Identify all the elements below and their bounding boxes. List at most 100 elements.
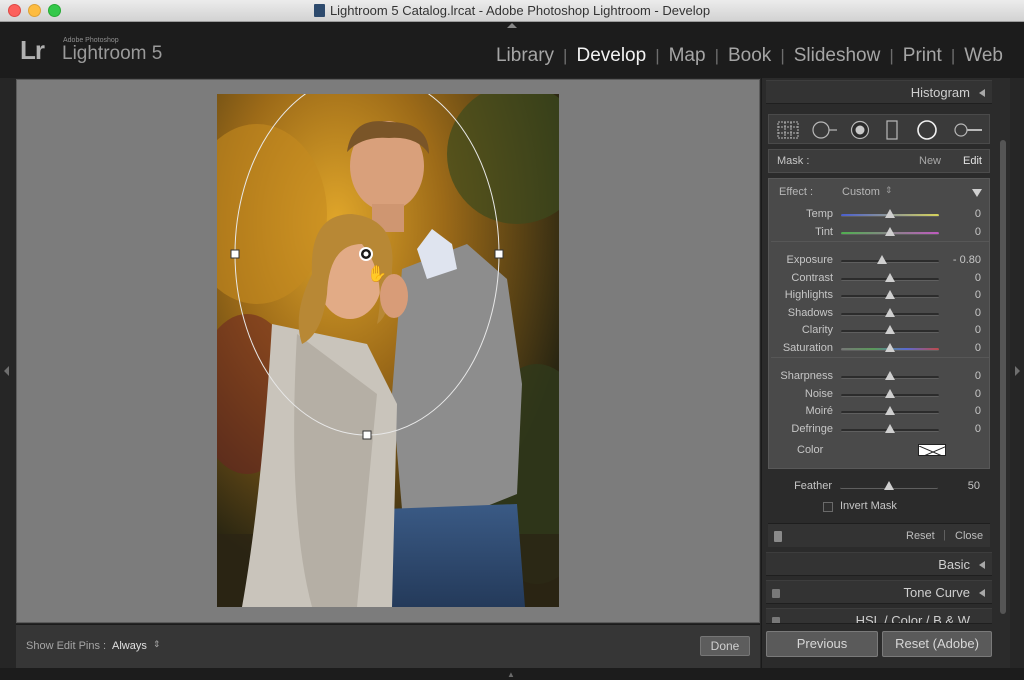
basic-panel-header[interactable]: Basic <box>766 552 992 576</box>
moir-slider[interactable]: Moiré 0 <box>769 405 991 419</box>
module-develop[interactable]: Develop <box>567 45 655 67</box>
sharpness-value[interactable]: 0 <box>975 370 981 382</box>
saturation-value[interactable]: 0 <box>975 342 981 354</box>
contrast-track[interactable] <box>841 272 939 282</box>
highlights-value[interactable]: 0 <box>975 289 981 301</box>
noise-slider[interactable]: Noise 0 <box>769 388 991 402</box>
temp-value[interactable]: 0 <box>975 208 981 220</box>
contrast-thumb[interactable] <box>885 272 895 282</box>
tool-on-off-switch[interactable] <box>774 531 782 542</box>
shadows-track[interactable] <box>841 307 939 317</box>
collapse-triangle-icon[interactable] <box>979 89 985 97</box>
tool-strip <box>768 114 990 144</box>
module-library[interactable]: Library <box>487 45 563 67</box>
feather-track[interactable] <box>840 481 938 490</box>
collapse-top-panel-icon[interactable] <box>507 23 517 28</box>
shadows-value[interactable]: 0 <box>975 307 981 319</box>
module-slideshow[interactable]: Slideshow <box>785 45 890 67</box>
reset-button[interactable]: Reset <box>906 530 935 542</box>
tint-track[interactable] <box>841 226 939 236</box>
tint-value[interactable]: 0 <box>975 226 981 238</box>
sharpness-slider[interactable]: Sharpness 0 <box>769 370 991 384</box>
noise-thumb[interactable] <box>885 388 895 398</box>
feather-value[interactable]: 50 <box>968 480 980 492</box>
temp-track[interactable] <box>841 209 939 218</box>
spot-removal-icon[interactable] <box>811 120 839 140</box>
effect-preset-select[interactable]: Custom <box>842 186 880 198</box>
feather-label: Feather <box>794 480 832 492</box>
shadows-thumb[interactable] <box>885 307 895 317</box>
collapse-triangle-icon[interactable] <box>979 589 985 597</box>
tone-curve-panel-header[interactable]: Tone Curve <box>766 580 992 604</box>
histogram-header[interactable]: Histogram <box>766 80 992 104</box>
module-web[interactable]: Web <box>955 45 1012 67</box>
expand-right-panel-icon[interactable] <box>1015 366 1020 376</box>
tint-slider[interactable]: Tint 0 <box>769 226 991 240</box>
shadows-slider[interactable]: Shadows 0 <box>769 307 991 321</box>
saturation-track[interactable] <box>841 342 939 352</box>
defringe-value[interactable]: 0 <box>975 423 981 435</box>
mask-edit-button[interactable]: Edit <box>963 155 982 167</box>
exposure-track[interactable] <box>841 255 939 264</box>
radial-filter-overlay[interactable] <box>217 94 559 607</box>
radial-filter-icon[interactable] <box>915 120 939 140</box>
sharpness-thumb[interactable] <box>885 371 895 380</box>
tint-thumb[interactable] <box>885 226 895 236</box>
updown-arrows-icon[interactable]: ⇕ <box>153 639 161 650</box>
photo-preview[interactable]: ✋ <box>217 94 559 607</box>
clarity-track[interactable] <box>841 325 939 334</box>
expand-filmstrip-icon[interactable]: ▲ <box>507 670 515 679</box>
defringe-track[interactable] <box>841 423 939 433</box>
clarity-value[interactable]: 0 <box>975 324 981 336</box>
module-book[interactable]: Book <box>719 45 780 67</box>
exposure-slider[interactable]: Exposure - 0.80 <box>769 254 991 268</box>
reset-adobe-button[interactable]: Reset (Adobe) <box>882 631 992 657</box>
right-panel-scrollbar[interactable] <box>1000 140 1006 614</box>
contrast-slider[interactable]: Contrast 0 <box>769 272 991 286</box>
hsl-panel-header[interactable]: HSL / Color / B & W <box>766 608 992 624</box>
close-tool-button[interactable]: Close <box>955 530 983 542</box>
color-swatch[interactable] <box>918 444 946 456</box>
highlights-thumb[interactable] <box>885 290 895 299</box>
highlights-slider[interactable]: Highlights 0 <box>769 289 991 303</box>
feather-thumb[interactable] <box>884 481 894 490</box>
panel-on-off-switch[interactable] <box>772 589 780 598</box>
show-edit-pins-select[interactable]: Always <box>112 640 147 652</box>
red-eye-correction-icon[interactable] <box>849 120 871 140</box>
moir-thumb[interactable] <box>885 406 895 415</box>
updown-arrows-icon[interactable]: ⇕ <box>885 185 893 196</box>
defringe-slider[interactable]: Defringe 0 <box>769 423 991 437</box>
temp-slider[interactable]: Temp 0 <box>769 208 991 222</box>
noise-track[interactable] <box>841 388 939 398</box>
graduated-filter-icon[interactable] <box>884 120 900 140</box>
previous-button[interactable]: Previous <box>766 631 878 657</box>
module-print[interactable]: Print <box>894 45 951 67</box>
mask-new-button[interactable]: New <box>919 155 941 167</box>
clarity-slider[interactable]: Clarity 0 <box>769 324 991 338</box>
noise-value[interactable]: 0 <box>975 388 981 400</box>
highlights-track[interactable] <box>841 290 939 299</box>
saturation-thumb[interactable] <box>885 342 895 352</box>
panel-on-off-switch[interactable] <box>772 617 780 623</box>
module-map[interactable]: Map <box>660 45 715 67</box>
clarity-thumb[interactable] <box>885 325 895 334</box>
right-panel: Histogram Mask: New Edit Effect: Custo… <box>761 78 1010 668</box>
invert-mask-checkbox[interactable] <box>823 502 833 512</box>
adjustment-brush-icon[interactable] <box>952 120 984 140</box>
done-button[interactable]: Done <box>700 636 750 656</box>
exposure-thumb[interactable] <box>877 255 888 264</box>
contrast-value[interactable]: 0 <box>975 272 981 284</box>
crop-overlay-icon[interactable] <box>776 120 800 140</box>
collapse-triangle-icon[interactable] <box>979 561 985 569</box>
effect-disclosure-icon[interactable] <box>972 189 982 197</box>
moir-value[interactable]: 0 <box>975 405 981 417</box>
exposure-value[interactable]: - 0.80 <box>953 254 981 266</box>
saturation-slider[interactable]: Saturation 0 <box>769 342 991 356</box>
expand-left-panel-icon[interactable] <box>4 366 9 376</box>
feather-slider[interactable]: Feather 50 <box>768 480 990 494</box>
defringe-thumb[interactable] <box>885 423 895 433</box>
moir-track[interactable] <box>841 406 939 415</box>
mask-row: Mask : New Edit <box>768 149 990 173</box>
sharpness-track[interactable] <box>841 371 939 380</box>
temp-thumb[interactable] <box>885 209 895 218</box>
